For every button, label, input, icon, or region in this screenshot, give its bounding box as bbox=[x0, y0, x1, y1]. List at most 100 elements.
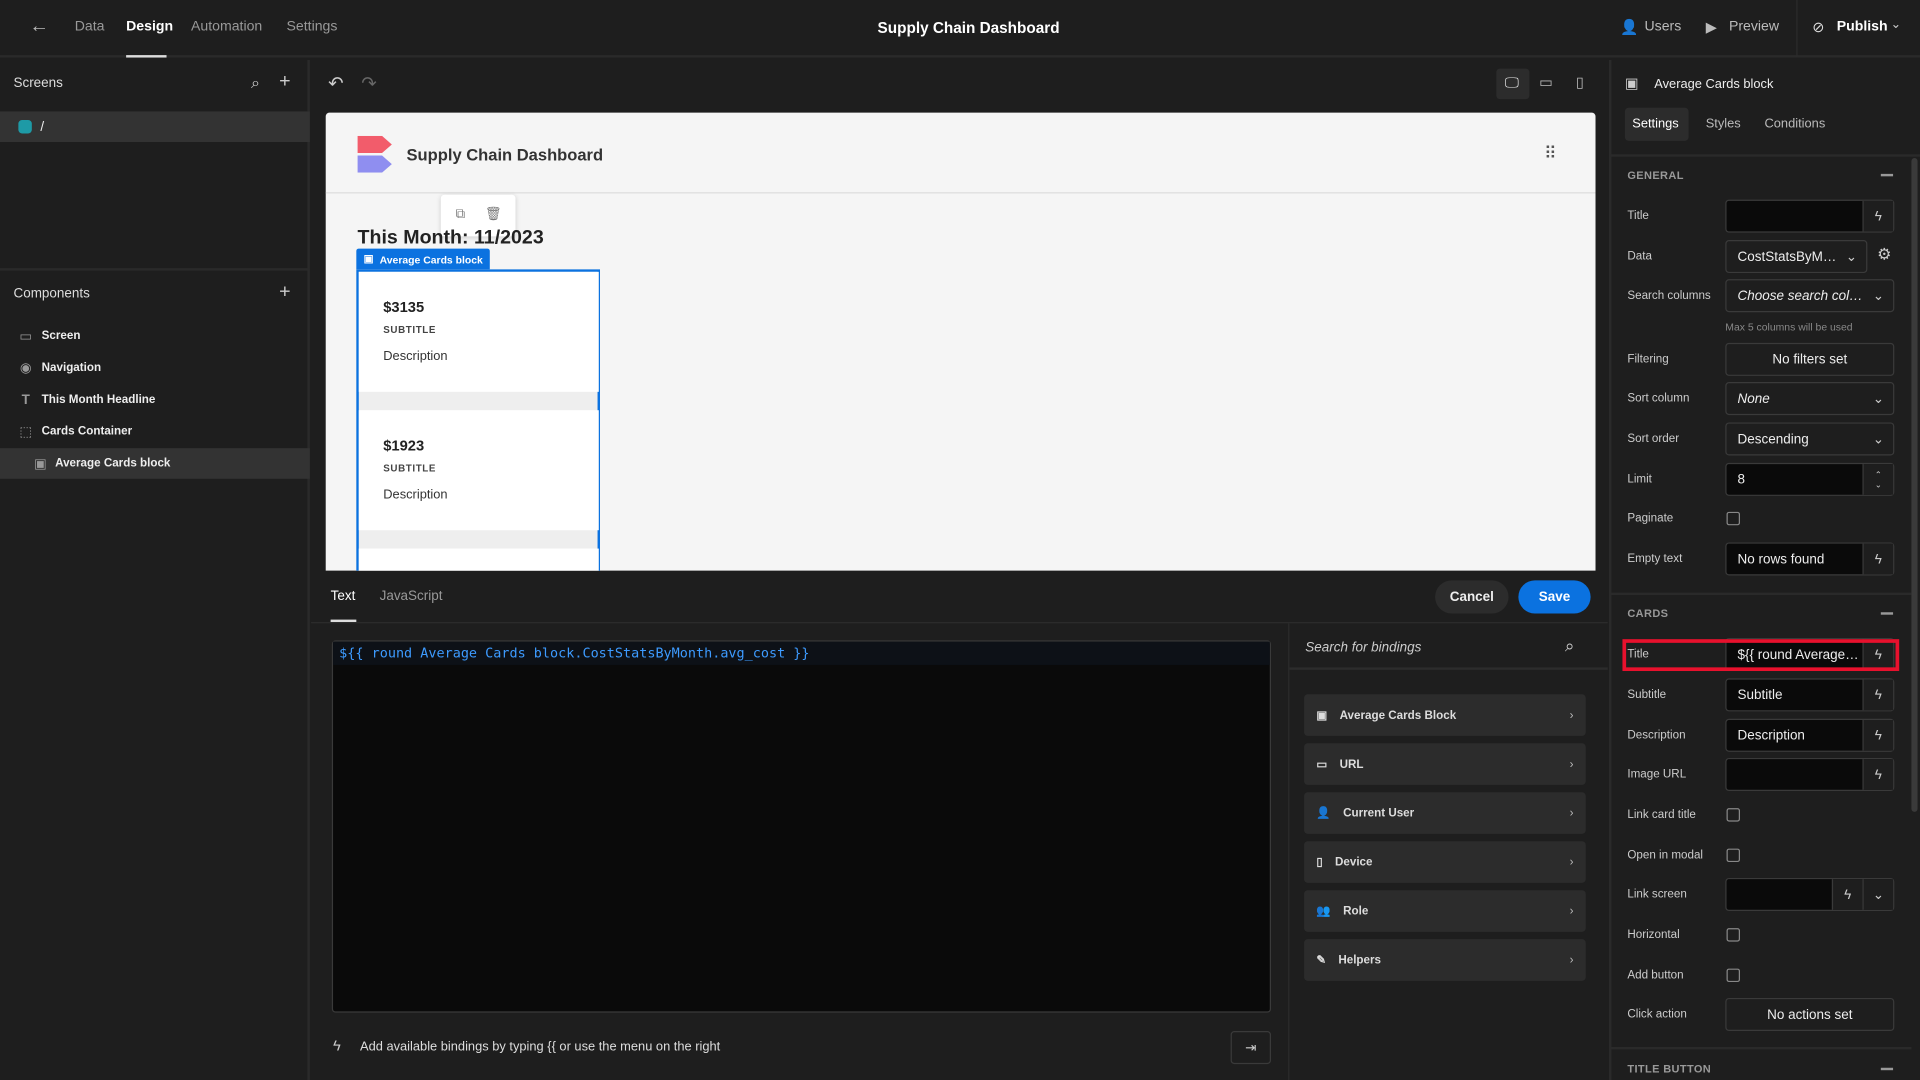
tab-conditions[interactable]: Conditions bbox=[1764, 116, 1825, 131]
card-title: $1923 bbox=[383, 437, 425, 455]
cards-block-icon: ▣ bbox=[34, 456, 47, 472]
collapse-icon[interactable] bbox=[1880, 173, 1894, 177]
link-screen-input[interactable]: ϟ ⌄ bbox=[1725, 877, 1895, 912]
cancel-button[interactable]: Cancel bbox=[1435, 580, 1509, 614]
card[interactable]: $1923 SUBTITLE Description bbox=[358, 410, 599, 531]
component-label: This Month Headline bbox=[41, 393, 156, 407]
chevron-right-icon: › bbox=[1569, 757, 1574, 771]
binding-current-user[interactable]: 👤 Current User › bbox=[1304, 792, 1586, 834]
component-item-headline[interactable]: T This Month Headline bbox=[0, 384, 310, 415]
users-icon: 👤 bbox=[1620, 18, 1639, 36]
tab-settings[interactable]: Settings bbox=[1632, 116, 1678, 131]
label: Data bbox=[1627, 249, 1652, 264]
undo-icon[interactable]: ↶ bbox=[328, 72, 343, 94]
search-hint: Max 5 columns will be used bbox=[1725, 320, 1853, 334]
toggle-bindings-panel-icon[interactable]: ⇥ bbox=[1230, 1031, 1272, 1065]
bolt-icon: ϟ bbox=[1862, 759, 1894, 790]
search-bindings-input[interactable]: Search for bindings bbox=[1305, 640, 1421, 655]
collapse-icon[interactable] bbox=[1880, 612, 1894, 615]
tablet-view-icon[interactable]: ▭ bbox=[1539, 73, 1553, 90]
screen-item[interactable]: / bbox=[0, 111, 310, 143]
mobile-view-icon[interactable]: ▯ bbox=[1576, 73, 1584, 90]
selected-component-label: ▣ Average Cards block bbox=[356, 248, 491, 270]
section-title-button-header: TITLE BUTTON bbox=[1627, 1062, 1712, 1076]
eye-icon: ◉ bbox=[19, 361, 32, 376]
limit-stepper[interactable]: 8 ⌃ ⌄ bbox=[1725, 462, 1895, 496]
component-item-screen[interactable]: ▭ Screen bbox=[0, 321, 310, 352]
card-subtitle: SUBTITLE bbox=[383, 462, 437, 474]
search-icon[interactable]: ⌕ bbox=[251, 73, 260, 93]
binding-average-cards-block[interactable]: ▣ Average Cards Block › bbox=[1304, 694, 1586, 736]
card-subtitle: SUBTITLE bbox=[383, 324, 437, 336]
binding-role[interactable]: 👥 Role › bbox=[1304, 890, 1586, 932]
bolt-icon: ϟ bbox=[1862, 543, 1894, 575]
publish-button[interactable]: Publish bbox=[1837, 20, 1888, 35]
role-icon: 👥 bbox=[1316, 904, 1331, 918]
card[interactable] bbox=[358, 548, 599, 571]
chevron-down-icon[interactable]: ⌄ bbox=[1891, 18, 1901, 31]
add-component-icon[interactable]: + bbox=[279, 282, 290, 304]
active-tab-underline bbox=[126, 55, 167, 58]
label: Open in modal bbox=[1627, 848, 1704, 863]
component-item-cards-container[interactable]: ⬚ Cards Container bbox=[0, 416, 310, 447]
label: Link card title bbox=[1627, 808, 1696, 822]
binding-url[interactable]: ▭ URL › bbox=[1304, 743, 1586, 785]
filtering-button[interactable]: No filters set bbox=[1725, 342, 1895, 376]
text-icon: T bbox=[21, 392, 30, 408]
label: Add button bbox=[1627, 968, 1684, 983]
horizontal-checkbox[interactable] bbox=[1726, 928, 1741, 942]
screen-color-icon bbox=[18, 120, 32, 134]
code-editor[interactable]: ${{ round Average Cards block.CostStatsB… bbox=[331, 640, 1272, 1013]
chevron-right-icon: › bbox=[1569, 855, 1574, 869]
card-subtitle-input[interactable]: Subtitle ϟ bbox=[1725, 678, 1895, 712]
duplicate-icon[interactable]: ⧉ bbox=[456, 207, 466, 223]
binding-helpers[interactable]: ✎ Helpers › bbox=[1304, 939, 1586, 981]
bindings-hint: Add available bindings by typing {{ or u… bbox=[360, 1039, 721, 1055]
this-month-headline[interactable]: This Month: 11/2023 bbox=[358, 228, 544, 250]
empty-text-input[interactable]: No rows found ϟ bbox=[1725, 542, 1895, 576]
users-button[interactable]: Users bbox=[1644, 20, 1681, 35]
average-cards-block[interactable]: $3135 SUBTITLE Description $1923 SUBTITL… bbox=[356, 269, 601, 571]
chevron-right-icon: › bbox=[1569, 806, 1574, 820]
app-grid-icon[interactable]: ⠿ bbox=[1544, 143, 1557, 164]
scrollbar[interactable] bbox=[1911, 157, 1918, 812]
title-input[interactable]: ϟ bbox=[1725, 199, 1895, 233]
card-description-input[interactable]: Description ϟ bbox=[1725, 718, 1895, 752]
link-card-title-checkbox[interactable] bbox=[1726, 808, 1741, 822]
save-button[interactable]: Save bbox=[1518, 580, 1591, 614]
sort-order-select[interactable]: Descending ⌄ bbox=[1725, 422, 1895, 456]
search-icon[interactable]: ⌕ bbox=[1565, 636, 1575, 657]
preview-button[interactable]: Preview bbox=[1729, 20, 1779, 35]
label: Sort order bbox=[1627, 432, 1680, 446]
bolt-icon: ϟ bbox=[1831, 879, 1863, 910]
click-action-button[interactable]: No actions set bbox=[1725, 997, 1895, 1032]
paginate-checkbox[interactable] bbox=[1726, 511, 1741, 526]
bolt-icon: ϟ bbox=[1862, 720, 1894, 751]
component-label: Cards Container bbox=[41, 424, 133, 439]
tab-javascript[interactable]: JavaScript bbox=[380, 589, 443, 604]
component-item-average-cards[interactable]: ▣ Average Cards block bbox=[0, 448, 310, 479]
sort-column-select[interactable]: None ⌄ bbox=[1725, 382, 1895, 416]
section-cards-header: CARDS bbox=[1627, 607, 1669, 620]
open-in-modal-checkbox[interactable] bbox=[1726, 848, 1741, 863]
search-columns-select[interactable]: Choose search col… ⌄ bbox=[1725, 279, 1895, 313]
add-button-checkbox[interactable] bbox=[1726, 968, 1741, 983]
add-screen-icon[interactable]: + bbox=[279, 71, 290, 93]
delete-icon[interactable]: 🗑 bbox=[485, 206, 502, 222]
image-url-input[interactable]: ϟ bbox=[1725, 757, 1895, 792]
tab-styles[interactable]: Styles bbox=[1706, 116, 1741, 131]
desktop-view-icon[interactable]: 🖵 bbox=[1505, 73, 1519, 91]
chevron-right-icon: › bbox=[1569, 953, 1574, 967]
component-item-navigation[interactable]: ◉ Navigation bbox=[0, 353, 310, 384]
chevron-down-icon: ⌄ bbox=[1872, 391, 1885, 407]
tab-text[interactable]: Text bbox=[331, 589, 356, 604]
card[interactable]: $3135 SUBTITLE Description bbox=[358, 271, 599, 392]
data-select[interactable]: CostStatsByM… ⌄ bbox=[1725, 240, 1868, 274]
redo-icon[interactable]: ↷ bbox=[361, 72, 376, 94]
binding-device[interactable]: ▯ Device › bbox=[1304, 841, 1586, 883]
bolt-icon: ϟ bbox=[1862, 200, 1894, 232]
chevron-right-icon: › bbox=[1569, 708, 1574, 722]
browser-window-icon: ▭ bbox=[1316, 757, 1328, 771]
collapse-icon[interactable] bbox=[1880, 1067, 1894, 1071]
gear-icon[interactable]: ⚙ bbox=[1877, 245, 1891, 265]
